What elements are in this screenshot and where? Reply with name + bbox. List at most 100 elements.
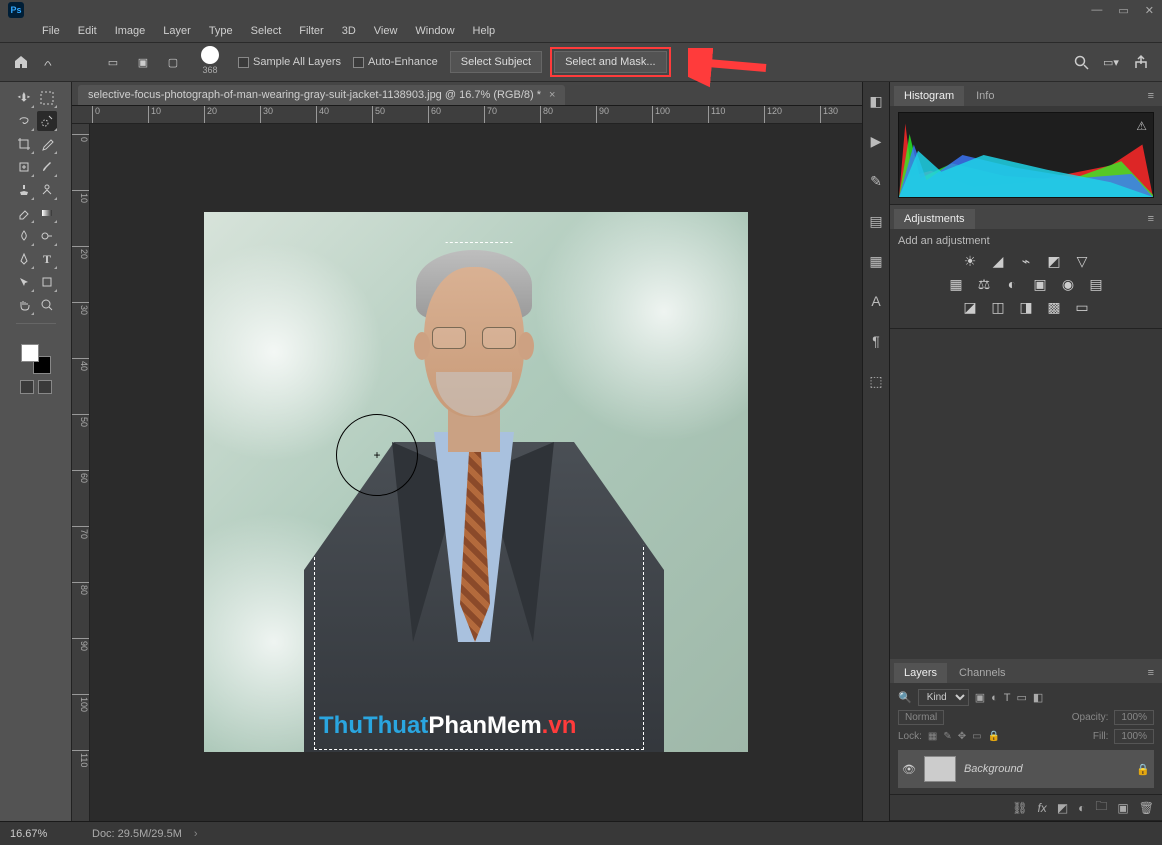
panel-menu-icon[interactable]: ≡	[1140, 86, 1162, 106]
new-selection-icon[interactable]: ▭	[104, 53, 122, 71]
adj-invert-icon[interactable]: ◪	[961, 299, 979, 316]
history-panel-icon[interactable]: ▶	[867, 132, 885, 150]
brushes-panel-icon[interactable]: ✎	[867, 172, 885, 190]
menu-help[interactable]: Help	[465, 23, 504, 39]
add-selection-icon[interactable]: ▣	[134, 53, 152, 71]
menu-image[interactable]: Image	[107, 23, 154, 39]
maximize-icon[interactable]: ▭	[1118, 4, 1128, 17]
lock-nest-icon[interactable]: ▭	[972, 731, 981, 742]
zoom-level[interactable]: 16.67%	[10, 828, 80, 840]
home-icon[interactable]	[12, 53, 30, 71]
layers-tab[interactable]: Layers	[894, 663, 947, 683]
menu-edit[interactable]: Edit	[70, 23, 105, 39]
adj-bw-icon[interactable]: ◐	[1003, 276, 1021, 293]
eyedropper-tool[interactable]	[37, 134, 57, 154]
adj-lookup-icon[interactable]: ▤	[1087, 276, 1105, 293]
ruler-horizontal[interactable]: 0102030405060708090100110120130	[72, 106, 862, 124]
layer-thumbnail[interactable]	[924, 756, 956, 782]
close-icon[interactable]: ✕	[1145, 4, 1154, 17]
info-tab[interactable]: Info	[966, 86, 1004, 106]
menu-layer[interactable]: Layer	[155, 23, 199, 39]
search-icon[interactable]	[1072, 53, 1090, 71]
panel-menu-icon[interactable]: ≡	[1140, 663, 1162, 683]
zoom-tool[interactable]	[37, 295, 57, 315]
new-adj-icon[interactable]: ◐	[1078, 801, 1085, 815]
menu-filter[interactable]: Filter	[291, 23, 331, 39]
filter-smart-icon[interactable]: ◧	[1033, 691, 1043, 704]
quick-select-tool[interactable]	[37, 111, 57, 131]
blur-tool[interactable]	[14, 226, 34, 246]
adj-vibrance-icon[interactable]: ▽	[1073, 253, 1091, 270]
adj-brightness-icon[interactable]: ☀	[961, 253, 979, 270]
filter-shape-icon[interactable]: ▭	[1017, 691, 1027, 704]
history-brush-tool[interactable]	[37, 180, 57, 200]
adj-mixer-icon[interactable]: ◉	[1059, 276, 1077, 293]
adj-photofilter-icon[interactable]: ▣	[1031, 276, 1049, 293]
move-tool[interactable]	[14, 88, 34, 108]
lasso-tool[interactable]	[14, 111, 34, 131]
color-panel-icon[interactable]: ◧	[867, 92, 885, 110]
tab-close-icon[interactable]: ×	[549, 89, 555, 101]
clone-tool[interactable]	[14, 180, 34, 200]
3d-panel-icon[interactable]: ⬚	[867, 372, 885, 390]
crop-tool[interactable]	[14, 134, 34, 154]
adj-selective-icon[interactable]: ▩	[1045, 299, 1063, 316]
screenmode-icon[interactable]	[38, 380, 52, 394]
adjustments-tab[interactable]: Adjustments	[894, 209, 975, 229]
menu-window[interactable]: Window	[407, 23, 462, 39]
new-group-icon[interactable]: 🗀	[1095, 797, 1107, 818]
menu-type[interactable]: Type	[201, 23, 241, 39]
paragraph-panel-icon[interactable]: ¶	[867, 332, 885, 350]
layer-lock-icon[interactable]: 🔒	[1136, 763, 1150, 776]
auto-enhance-check[interactable]: Auto-Enhance	[353, 56, 438, 68]
doc-info[interactable]: Doc: 29.5M/29.5M	[92, 828, 182, 840]
filter-type-icon[interactable]: T	[1004, 692, 1011, 704]
shape-tool[interactable]	[37, 272, 57, 292]
share-icon[interactable]	[1132, 53, 1150, 71]
dodge-tool[interactable]	[37, 226, 57, 246]
layer-row-background[interactable]: 👁 Background 🔒	[898, 750, 1154, 788]
new-layer-icon[interactable]: ▣	[1117, 801, 1128, 815]
quickmask-icon[interactable]	[20, 380, 34, 394]
canvas[interactable]: ThuThuatPhanMem.vn	[90, 124, 862, 821]
panel-menu-icon[interactable]: ≡	[1140, 209, 1162, 229]
channels-tab[interactable]: Channels	[949, 663, 1015, 683]
fill-field[interactable]: 100%	[1114, 729, 1154, 744]
adj-threshold-icon[interactable]: ◨	[1017, 299, 1035, 316]
spot-heal-tool[interactable]	[14, 157, 34, 177]
libraries-panel-icon[interactable]: ▦	[867, 252, 885, 270]
lock-all-icon[interactable]: 🔒	[988, 731, 1000, 742]
adj-hue-icon[interactable]: ▦	[947, 276, 965, 293]
menu-select[interactable]: Select	[243, 23, 290, 39]
adj-curves-icon[interactable]: ⌁	[1017, 253, 1035, 270]
opacity-field[interactable]: 100%	[1114, 710, 1154, 725]
document-tab[interactable]: selective-focus-photograph-of-man-wearin…	[78, 85, 565, 105]
hand-tool[interactable]	[14, 295, 34, 315]
eraser-tool[interactable]	[14, 203, 34, 223]
blend-mode-select[interactable]: Normal	[898, 710, 944, 725]
foreground-color[interactable]	[21, 344, 39, 362]
type-tool[interactable]: T	[37, 249, 57, 269]
filter-adj-icon[interactable]: ◐	[991, 692, 998, 704]
visibility-icon[interactable]: 👁	[902, 763, 916, 776]
filter-pixel-icon[interactable]: ▣	[975, 691, 985, 704]
layer-mask-icon[interactable]: ◩	[1057, 801, 1068, 815]
layer-fx-icon[interactable]: fx	[1037, 801, 1046, 815]
select-subject-button[interactable]: Select Subject	[450, 51, 542, 73]
histogram-tab[interactable]: Histogram	[894, 86, 964, 106]
doc-info-menu-icon[interactable]: ›	[194, 828, 198, 840]
lock-paint-icon[interactable]: ✎	[943, 731, 951, 742]
character-panel-icon[interactable]: A	[867, 292, 885, 310]
adj-exposure-icon[interactable]: ◩	[1045, 253, 1063, 270]
menu-3d[interactable]: 3D	[334, 23, 364, 39]
workspace-icon[interactable]: ▭▾	[1102, 53, 1120, 71]
filter-search-icon[interactable]: 🔍	[898, 691, 912, 704]
pen-tool[interactable]	[14, 249, 34, 269]
ruler-vertical[interactable]: 0102030405060708090100110	[72, 124, 90, 821]
marquee-tool[interactable]	[37, 88, 57, 108]
color-swatches[interactable]	[21, 344, 51, 374]
cache-warning-icon[interactable]: ⚠	[1136, 119, 1147, 133]
adj-gradientmap-icon[interactable]: ▭	[1073, 299, 1091, 316]
layer-kind-select[interactable]: Kind	[918, 689, 969, 706]
link-layers-icon[interactable]: ⛓	[1012, 801, 1027, 815]
